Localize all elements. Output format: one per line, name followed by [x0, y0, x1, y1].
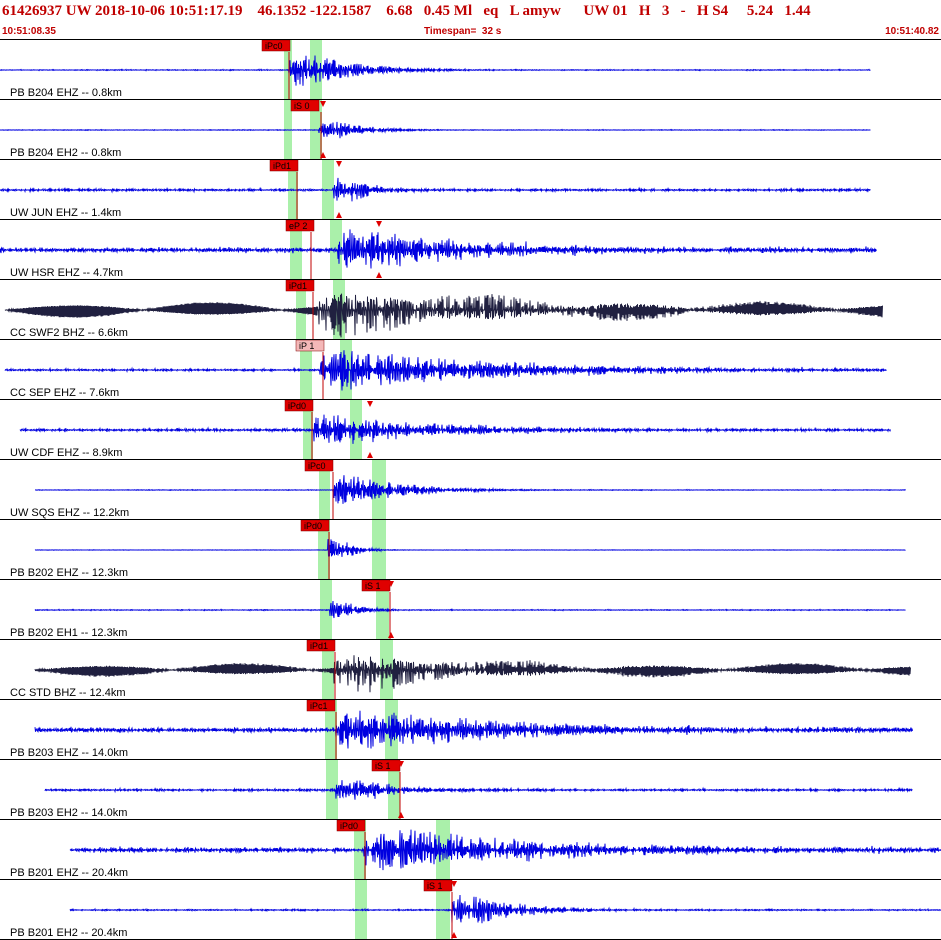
window-start-time: 10:51:08.35 — [2, 26, 56, 37]
trace-panel[interactable]: UW CDF EHZ -- 8.9km — [0, 399, 941, 459]
trace-panel[interactable]: UW SQS EHZ -- 12.2km — [0, 459, 941, 519]
trace-panel[interactable]: UW HSR EHZ -- 4.7km — [0, 219, 941, 279]
trace-panel[interactable]: PB B203 EH2 -- 14.0km — [0, 759, 941, 819]
trace-panels: PB B204 EHZ -- 0.8km PB B204 EH2 -- 0.8km… — [0, 39, 941, 940]
trace-station-label: PB B204 EHZ -- 0.8km — [10, 87, 122, 99]
trace-station-label: PB B202 EHZ -- 12.3km — [10, 567, 128, 579]
trace-panel[interactable]: CC STD BHZ -- 12.4km — [0, 639, 941, 699]
trace-station-label: UW HSR EHZ -- 4.7km — [10, 267, 124, 279]
trace-station-label: UW SQS EHZ -- 12.2km — [10, 507, 130, 519]
trace-panel[interactable]: PB B202 EH1 -- 12.3km — [0, 579, 941, 639]
trace-panel[interactable]: PB B203 EHZ -- 14.0km — [0, 699, 941, 759]
window-end-time: 10:51:40.82 — [885, 26, 939, 37]
trace-panel[interactable]: CC SEP EHZ -- 7.6km — [0, 339, 941, 399]
event-header: 61426937 UW 2018-10-06 10:51:17.19 46.13… — [0, 0, 941, 39]
trace-station-label: PB B203 EHZ -- 14.0km — [10, 747, 128, 759]
trace-station-label: PB B203 EH2 -- 14.0km — [10, 807, 128, 819]
trace-station-label: PB B204 EH2 -- 0.8km — [10, 147, 122, 159]
trace-station-label: CC SEP EHZ -- 7.6km — [10, 387, 120, 399]
waveform-viewer: { "header": { "event_line": "61426937 UW… — [0, 0, 941, 940]
trace-station-label: UW CDF EHZ -- 8.9km — [10, 447, 123, 459]
timespan-label: Timespan= 32 s — [424, 26, 502, 37]
trace-station-label: CC SWF2 BHZ -- 6.6km — [10, 327, 128, 339]
trace-panel[interactable]: CC SWF2 BHZ -- 6.6km — [0, 279, 941, 339]
trace-panel[interactable]: PB B204 EHZ -- 0.8km — [0, 39, 941, 99]
trace-station-label: PB B201 EHZ -- 20.4km — [10, 867, 128, 879]
trace-station-label: UW JUN EHZ -- 1.4km — [10, 207, 122, 219]
trace-panel[interactable]: PB B202 EHZ -- 12.3km — [0, 519, 941, 579]
trace-panel[interactable]: PB B201 EH2 -- 20.4km — [0, 879, 941, 939]
trace-station-label: CC STD BHZ -- 12.4km — [10, 687, 126, 699]
trace-panel[interactable]: UW JUN EHZ -- 1.4km — [0, 159, 941, 219]
trace-panel[interactable]: PB B201 EHZ -- 20.4km — [0, 819, 941, 879]
event-summary-line: 61426937 UW 2018-10-06 10:51:17.19 46.13… — [2, 3, 811, 19]
trace-station-label: PB B202 EH1 -- 12.3km — [10, 627, 128, 639]
trace-panel[interactable]: PB B204 EH2 -- 0.8km — [0, 99, 941, 159]
trace-station-label: PB B201 EH2 -- 20.4km — [10, 927, 128, 939]
